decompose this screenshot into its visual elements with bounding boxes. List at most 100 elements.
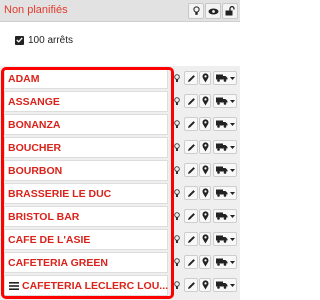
stop-name: ASSANGE xyxy=(8,96,60,108)
stop-name: BRASSERIE LE DUC xyxy=(8,188,112,200)
stop-assign-vehicle-dropdown[interactable] xyxy=(213,209,237,223)
pencil-icon xyxy=(187,258,195,266)
stop-name: BRISTOL BAR xyxy=(8,211,80,223)
stop-lightbulb-button[interactable] xyxy=(173,209,181,223)
stop-lightbulb-button[interactable] xyxy=(173,140,181,154)
stop-name: BONANZA xyxy=(8,119,61,131)
stop-row[interactable]: BRISTOL BAR xyxy=(0,205,240,228)
lightbulb-icon xyxy=(174,142,180,151)
stop-name-cell[interactable]: CAFETERIA LECLERC LOU... xyxy=(4,275,168,296)
stop-locate-button[interactable] xyxy=(199,186,211,200)
stop-lightbulb-button[interactable] xyxy=(173,163,181,177)
stop-assign-vehicle-dropdown[interactable] xyxy=(213,255,237,269)
truck-icon xyxy=(215,143,227,151)
lightbulb-icon xyxy=(174,96,180,105)
truck-icon xyxy=(215,166,227,174)
stop-row[interactable]: ADAM xyxy=(0,67,240,90)
stop-locate-button[interactable] xyxy=(199,232,211,246)
stop-name-cell[interactable]: ASSANGE xyxy=(4,91,168,112)
stop-name-cell[interactable]: CAFETERIA GREEN xyxy=(4,252,168,273)
truck-icon xyxy=(215,212,227,220)
stop-locate-button[interactable] xyxy=(199,140,211,154)
stop-row[interactable]: BOURBON xyxy=(0,159,240,182)
stop-assign-vehicle-dropdown[interactable] xyxy=(213,278,237,292)
select-all-row[interactable]: 100 arrêts xyxy=(15,33,73,47)
drag-handle-icon[interactable] xyxy=(9,282,19,290)
stop-locate-button[interactable] xyxy=(199,163,211,177)
stop-assign-vehicle-dropdown[interactable] xyxy=(213,232,237,246)
caret-down-icon xyxy=(229,145,235,149)
pencil-icon xyxy=(187,97,195,105)
unlock-icon xyxy=(225,6,235,16)
stop-edit-button[interactable] xyxy=(184,94,198,108)
stop-name-cell[interactable]: BRASSERIE LE DUC xyxy=(4,183,168,204)
stop-locate-button[interactable] xyxy=(199,255,211,269)
visibility-toggle-button[interactable] xyxy=(205,3,221,19)
stop-lightbulb-button[interactable] xyxy=(173,255,181,269)
stop-locate-button[interactable] xyxy=(199,117,211,131)
lightbulb-toggle-button[interactable] xyxy=(188,3,204,19)
stop-locate-button[interactable] xyxy=(199,209,211,223)
pencil-icon xyxy=(187,281,195,289)
stop-name-cell[interactable]: CAFE DE L'ASIE xyxy=(4,229,168,250)
stop-edit-button[interactable] xyxy=(184,186,198,200)
stop-row[interactable]: BRASSERIE LE DUC xyxy=(0,182,240,205)
stop-row[interactable]: CAFE DE L'ASIE xyxy=(0,228,240,251)
unplanned-panel-header: Non planifiés xyxy=(0,0,240,22)
stop-locate-button[interactable] xyxy=(199,94,211,108)
lightbulb-icon xyxy=(174,119,180,128)
stop-lightbulb-button[interactable] xyxy=(173,186,181,200)
stop-name: BOURBON xyxy=(8,165,63,177)
stop-assign-vehicle-dropdown[interactable] xyxy=(213,71,237,85)
stop-row[interactable]: ASSANGE xyxy=(0,90,240,113)
stop-name-cell[interactable]: BOURBON xyxy=(4,160,168,181)
caret-down-icon xyxy=(229,76,235,80)
stop-lightbulb-button[interactable] xyxy=(173,94,181,108)
stop-lightbulb-button[interactable] xyxy=(173,232,181,246)
map-pin-icon xyxy=(202,119,208,129)
stop-edit-button[interactable] xyxy=(184,163,198,177)
stop-edit-button[interactable] xyxy=(184,255,198,269)
stop-name-cell[interactable]: BOUCHER xyxy=(4,137,168,158)
stop-name-cell[interactable]: ADAM xyxy=(4,68,168,89)
map-pin-icon xyxy=(202,234,208,244)
stop-edit-button[interactable] xyxy=(184,71,198,85)
stop-assign-vehicle-dropdown[interactable] xyxy=(213,94,237,108)
stop-edit-button[interactable] xyxy=(184,209,198,223)
map-pin-icon xyxy=(202,280,208,290)
map-pin-icon xyxy=(202,73,208,83)
stop-assign-vehicle-dropdown[interactable] xyxy=(213,117,237,131)
stop-edit-button[interactable] xyxy=(184,140,198,154)
stop-assign-vehicle-dropdown[interactable] xyxy=(213,186,237,200)
stop-row[interactable]: CAFETERIA GREEN xyxy=(0,251,240,274)
stop-locate-button[interactable] xyxy=(199,278,211,292)
stop-lightbulb-button[interactable] xyxy=(173,71,181,85)
stop-name-cell[interactable]: BRISTOL BAR xyxy=(4,206,168,227)
stop-name: ADAM xyxy=(8,73,40,85)
caret-down-icon xyxy=(229,191,235,195)
stop-edit-button[interactable] xyxy=(184,232,198,246)
panel-title: Non planifiés xyxy=(4,4,68,16)
stop-name-cell[interactable]: BONANZA xyxy=(4,114,168,135)
lightbulb-icon xyxy=(174,234,180,243)
stop-name: CAFETERIA GREEN xyxy=(8,257,108,269)
caret-down-icon xyxy=(229,168,235,172)
stop-lightbulb-button[interactable] xyxy=(173,117,181,131)
pencil-icon xyxy=(187,143,195,151)
stop-row[interactable]: BOUCHER xyxy=(0,136,240,159)
stop-assign-vehicle-dropdown[interactable] xyxy=(213,163,237,177)
caret-down-icon xyxy=(229,122,235,126)
stop-row[interactable]: CAFETERIA LECLERC LOU... xyxy=(0,274,240,297)
lock-toggle-button[interactable] xyxy=(222,3,238,19)
stop-lightbulb-button[interactable] xyxy=(173,278,181,292)
stop-name: CAFE DE L'ASIE xyxy=(8,234,91,246)
select-all-checkbox[interactable] xyxy=(15,35,24,45)
stop-assign-vehicle-dropdown[interactable] xyxy=(213,140,237,154)
pencil-icon xyxy=(187,120,195,128)
stop-edit-button[interactable] xyxy=(184,278,198,292)
lightbulb-icon xyxy=(174,280,180,289)
stop-row[interactable]: BONANZA xyxy=(0,113,240,136)
stop-locate-button[interactable] xyxy=(199,71,211,85)
pencil-icon xyxy=(187,212,195,220)
stop-edit-button[interactable] xyxy=(184,117,198,131)
